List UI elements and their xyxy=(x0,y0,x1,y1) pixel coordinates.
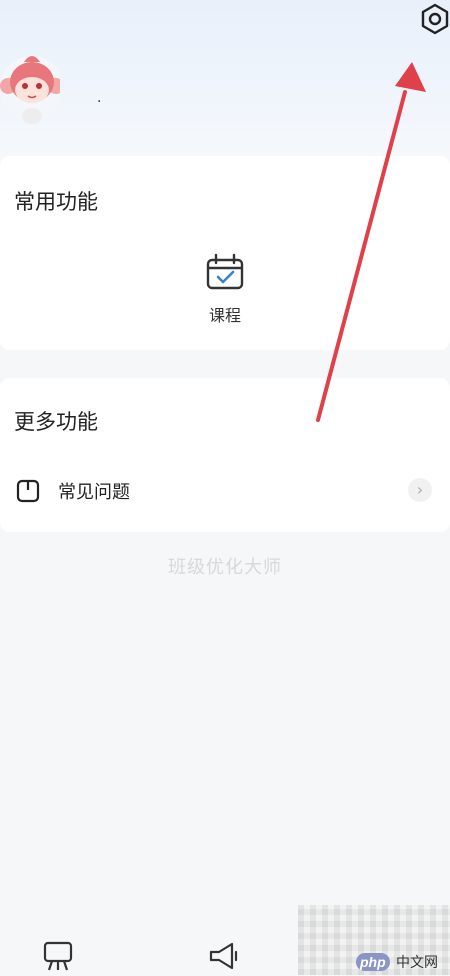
watermark-site: 中文网 xyxy=(396,954,438,970)
more-functions-title: 更多功能 xyxy=(14,410,98,434)
gear-icon xyxy=(421,3,449,35)
tab-notice[interactable] xyxy=(206,940,242,972)
monkey-avatar-icon xyxy=(0,56,64,124)
avatar[interactable] xyxy=(0,44,64,130)
classroom-icon xyxy=(43,941,73,971)
megaphone-icon xyxy=(209,942,238,970)
more-functions-card: 更多功能 常见问题 › xyxy=(0,378,450,532)
faq-label: 常见问题 xyxy=(58,482,130,503)
course-button[interactable]: 课程 xyxy=(195,252,255,332)
chevron-right-icon: › xyxy=(408,478,432,502)
document-icon xyxy=(16,479,40,503)
footer-brand-text: 班级优化大师 xyxy=(168,557,282,578)
tab-classroom[interactable] xyxy=(40,940,76,972)
common-functions-title: 常用功能 xyxy=(14,190,98,214)
user-name: . xyxy=(97,90,102,106)
watermark-php: php xyxy=(356,953,390,971)
profile-header xyxy=(0,0,450,160)
calendar-check-icon xyxy=(206,253,244,290)
settings-button[interactable] xyxy=(418,2,450,36)
common-functions-card: 常用功能 课程 xyxy=(0,156,450,350)
course-label: 课程 xyxy=(208,306,241,325)
faq-item[interactable]: 常见问题 › xyxy=(0,474,450,510)
